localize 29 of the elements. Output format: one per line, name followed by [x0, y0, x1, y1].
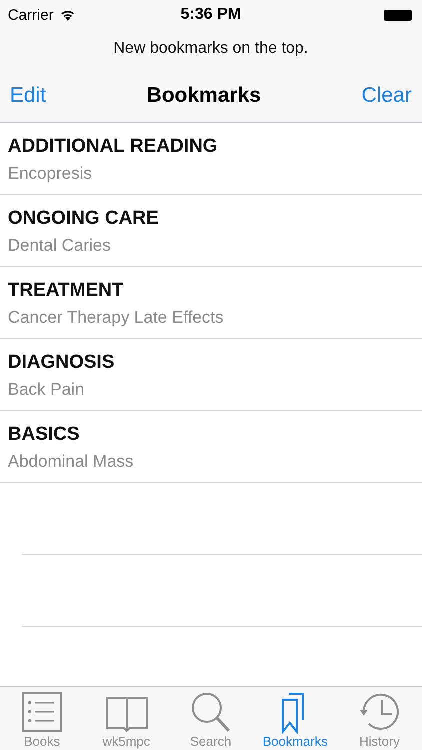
topic-subtitle: Cancer Therapy Late Effects	[8, 308, 224, 328]
topic-subtitle: Back Pain	[8, 380, 85, 400]
tab-item[interactable]: wk5mpc	[88, 690, 166, 749]
tab-item[interactable]: History	[340, 690, 419, 749]
wifi-icon	[60, 9, 76, 21]
list-icon	[20, 690, 64, 734]
bookmark-row[interactable]: TREATMENT Cancer Therapy Late Effects	[0, 267, 422, 339]
bookmark-row[interactable]: ADDITIONAL READING Encopresis	[0, 123, 422, 195]
tab-item[interactable]: Search	[172, 690, 250, 749]
prompt-text: New bookmarks on the top.	[114, 40, 308, 57]
topic-subtitle: Dental Caries	[8, 236, 111, 256]
carrier-label: Carrier	[8, 6, 54, 24]
nav-title: Bookmarks	[146, 84, 262, 108]
tab-item[interactable]: Books	[3, 690, 82, 749]
topic-subtitle: Encopresis	[8, 164, 92, 184]
bookmark-row[interactable]: ONGOING CARE Dental Caries	[0, 195, 422, 267]
section-title: BASICS	[8, 424, 80, 446]
edit-button[interactable]: Edit	[10, 84, 46, 108]
bookmark-row[interactable]: BASICS Abdominal Mass	[0, 411, 422, 483]
status-time: 5:36 PM	[180, 6, 242, 24]
section-title: ADDITIONAL READING	[8, 136, 218, 158]
section-title: ONGOING CARE	[8, 208, 159, 230]
clear-button[interactable]: Clear	[362, 84, 412, 108]
battery-icon	[384, 10, 412, 20]
topic-subtitle: Abdominal Mass	[8, 452, 134, 472]
section-title: TREATMENT	[8, 280, 124, 302]
tab-item[interactable]: Bookmarks	[256, 690, 334, 749]
bookmark-row[interactable]: DIAGNOSIS Back Pain	[0, 339, 422, 411]
section-title: DIAGNOSIS	[8, 352, 115, 374]
